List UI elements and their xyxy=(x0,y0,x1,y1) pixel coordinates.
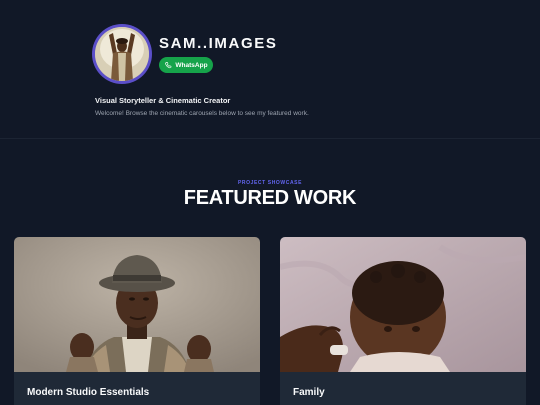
avatar xyxy=(95,27,149,81)
avatar-photo xyxy=(95,27,149,81)
brand-name: SAM..IMAGES xyxy=(159,35,278,52)
project-title: Family xyxy=(293,387,325,398)
profile-header: SAM..IMAGES WhatsApp Visual Storyteller … xyxy=(0,0,540,138)
section-divider xyxy=(0,138,540,139)
project-card-body: Modern Studio Essentials xyxy=(14,372,260,405)
project-photo xyxy=(280,237,526,372)
project-card-family[interactable]: Family xyxy=(280,237,526,405)
tagline: Visual Storyteller & Cinematic Creator xyxy=(95,96,231,105)
project-image[interactable] xyxy=(280,237,526,372)
project-photo xyxy=(14,237,260,372)
avatar-ring xyxy=(92,24,152,84)
project-card-body: Family xyxy=(280,372,526,405)
whatsapp-button[interactable]: WhatsApp xyxy=(159,57,213,73)
portfolio-page: SAM..IMAGES WhatsApp Visual Storyteller … xyxy=(0,0,540,405)
project-card-modern-studio[interactable]: Modern Studio Essentials xyxy=(14,237,260,405)
section-title: FEATURED WORK xyxy=(183,187,357,209)
section-eyebrow: PROJECT SHOWCASE xyxy=(237,180,303,186)
whatsapp-icon xyxy=(165,62,172,69)
welcome-text: Welcome! Browse the cinematic carousels … xyxy=(95,110,309,117)
project-image[interactable] xyxy=(14,237,260,372)
whatsapp-label: WhatsApp xyxy=(175,61,208,69)
project-title: Modern Studio Essentials xyxy=(27,387,150,398)
